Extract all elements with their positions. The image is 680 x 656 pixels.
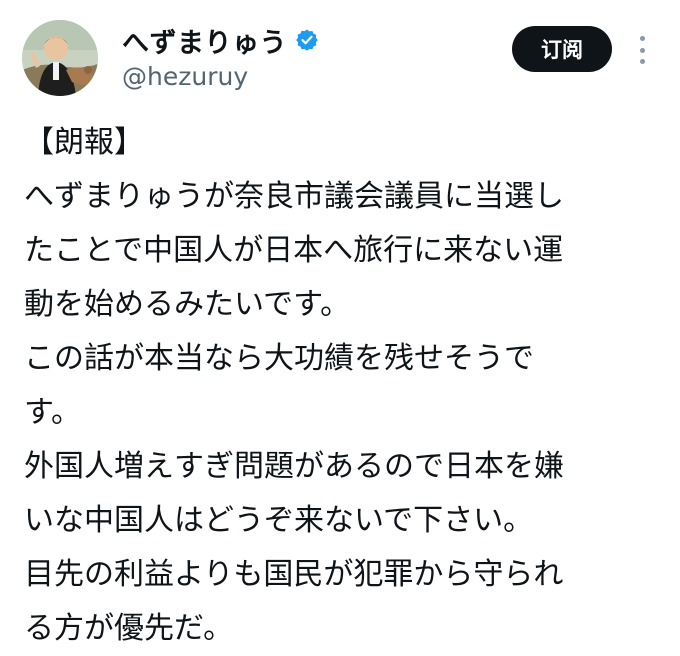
user-info: へずまりゅう @hezuruy — [122, 22, 319, 91]
display-name[interactable]: へずまりゅう — [122, 21, 287, 60]
tweet-header: へずまりゅう @hezuruy 订阅 — [0, 0, 680, 110]
tweet-line: 目先の利益よりも国民が犯罪から守られ — [24, 557, 564, 592]
tweet-text: 【朗報】 へずまりゅうが奈良市議会議員に当選し たことで中国人が日本へ旅行に来な… — [24, 116, 664, 656]
more-vertical-icon[interactable] — [634, 36, 650, 64]
tweet-line: たことで中国人が日本へ旅行に来ない運 — [24, 233, 564, 268]
tweet-line: いな中国人はどうぞ来ないで下さい。 — [24, 503, 534, 538]
more-dot — [639, 59, 645, 64]
tweet-line: 【朗報】 — [24, 125, 144, 160]
more-dot — [639, 47, 645, 53]
tweet-line: へずまりゅうが奈良市議会議員に当選し — [24, 179, 564, 214]
display-name-row: へずまりゅう — [122, 21, 319, 60]
user-handle[interactable]: @hezuruy — [122, 62, 319, 91]
tweet-line: 外国人増えすぎ問題があるので日本を嫌 — [24, 449, 564, 484]
tweet-line: す。 — [24, 395, 81, 430]
more-dot — [639, 36, 645, 41]
tweet-line: 動を始めるみたいです。 — [24, 287, 351, 322]
verified-badge-icon — [295, 28, 319, 52]
avatar[interactable] — [22, 20, 98, 96]
subscribe-button[interactable]: 订阅 — [512, 26, 612, 72]
tweet-line: この話が本当なら大功績を残せそうで — [24, 341, 534, 376]
avatar-photo — [22, 20, 98, 96]
tweet-line: る方が優先だ。 — [24, 611, 234, 646]
